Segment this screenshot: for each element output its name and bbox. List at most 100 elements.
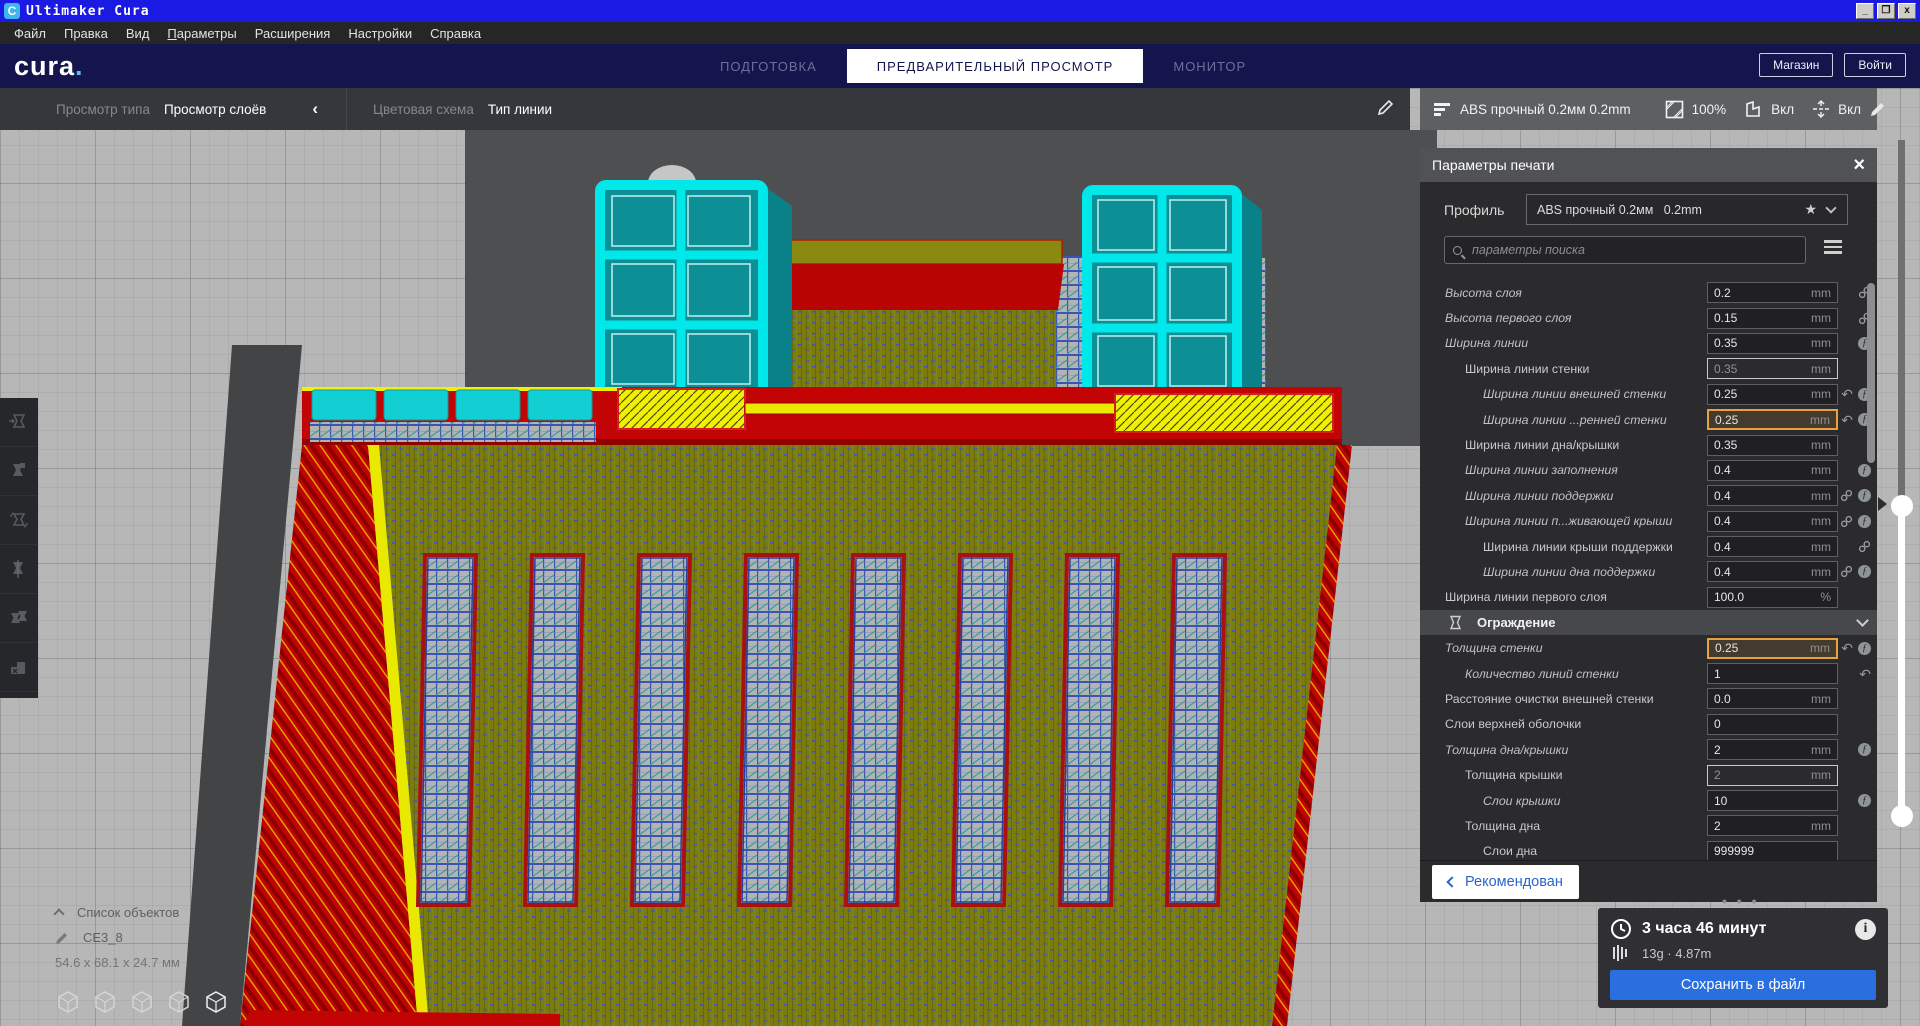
material-spool-icon: [1612, 944, 1630, 962]
setting-label: Количество линий стенки: [1465, 667, 1619, 681]
header-button-Войти[interactable]: Войти: [1844, 53, 1906, 77]
settings-search-input[interactable]: параметры поиска: [1444, 236, 1806, 264]
setting-value-input[interactable]: 2mm: [1707, 765, 1838, 786]
setting-value-input[interactable]: 0.25mm: [1707, 638, 1838, 659]
calculated-value-icon[interactable]: ƒ: [1858, 642, 1871, 655]
setting-label: Расстояние очистки внешней стенки: [1445, 692, 1654, 706]
settings-section-header[interactable]: Ограждение: [1420, 610, 1877, 635]
setting-value-input[interactable]: 100.0%: [1707, 587, 1838, 608]
object-list-toggle[interactable]: Список объектов: [55, 905, 180, 920]
collapse-chevron[interactable]: ‹: [312, 99, 318, 119]
setting-value-input[interactable]: 1: [1707, 663, 1838, 684]
setting-row: Ширина линии п...живающей крышиƒ0.4mm: [1420, 509, 1877, 534]
star-icon[interactable]: ★: [1804, 201, 1817, 218]
panel-expand-arrow[interactable]: [1878, 497, 1887, 511]
setting-value-input[interactable]: 0.2mm: [1707, 282, 1838, 303]
tool-mirror-button[interactable]: [0, 545, 38, 594]
layer-slider-track[interactable]: [1898, 140, 1905, 505]
print-settings-summary-bar[interactable]: ABS прочный 0.2мм 0.2mm 100% Вкл Вкл: [1420, 88, 1877, 130]
tool-scale-button[interactable]: [0, 447, 38, 496]
revert-icon[interactable]: ↶: [1841, 414, 1853, 426]
tool-rotate-button[interactable]: [0, 496, 38, 545]
settings-menu-icon[interactable]: [1824, 240, 1842, 257]
tool-move-button[interactable]: [0, 398, 38, 447]
menu-item-Расширения[interactable]: Расширения: [247, 24, 339, 43]
menu-item-Параметры[interactable]: Параметры: [159, 24, 244, 43]
color-scheme-value[interactable]: Тип линии: [488, 102, 552, 117]
layer-slider-handle-top[interactable]: [1891, 495, 1913, 517]
setting-label: Ширина линии стенки: [1465, 362, 1589, 376]
settings-panel-header[interactable]: Параметры печати ×: [1420, 148, 1877, 182]
setting-value-input[interactable]: 2mm: [1707, 815, 1838, 836]
menu-item-Справка[interactable]: Справка: [422, 24, 489, 43]
window-minimize-button[interactable]: _: [1856, 3, 1874, 19]
stage-tab[interactable]: ПРЕДВАРИТЕЛЬНЫЙ ПРОСМОТР: [847, 49, 1144, 83]
menu-item-Файл[interactable]: Файл: [6, 24, 54, 43]
calculated-value-icon[interactable]: ƒ: [1858, 794, 1871, 807]
link-icon: [1840, 565, 1853, 578]
setting-value-input[interactable]: 0.25mm: [1707, 384, 1838, 405]
settings-scrollbar[interactable]: [1867, 283, 1875, 463]
setting-value-input[interactable]: 0.15mm: [1707, 308, 1838, 329]
tool-per-model-settings-button[interactable]: [0, 594, 38, 643]
revert-icon[interactable]: ↶: [1841, 388, 1853, 400]
setting-value-input[interactable]: 0.4mm: [1707, 511, 1838, 532]
window-close-button[interactable]: x: [1898, 3, 1916, 19]
revert-icon[interactable]: ↶: [1841, 642, 1853, 654]
link-icon: [1840, 489, 1853, 502]
save-to-file-button[interactable]: Сохранить в файл: [1610, 970, 1876, 1000]
setting-value-input[interactable]: 0: [1707, 714, 1838, 735]
calculated-value-icon[interactable]: ƒ: [1858, 464, 1871, 477]
info-icon[interactable]: i: [1855, 919, 1876, 940]
layer-slider-handle-bottom[interactable]: [1891, 805, 1913, 827]
setting-label: Ширина линии заполнения: [1465, 463, 1618, 477]
profile-dropdown[interactable]: ABS прочный 0.2мм 0.2mm ★: [1526, 194, 1848, 225]
setting-value-input[interactable]: 0.4mm: [1707, 485, 1838, 506]
header-button-Магазин[interactable]: Магазин: [1759, 53, 1833, 77]
camera-view-top-button[interactable]: [130, 990, 154, 1019]
setting-value-input[interactable]: 0.35mm: [1707, 358, 1838, 379]
object-list-item[interactable]: CE3_8: [55, 930, 180, 945]
setting-value-input[interactable]: 0.35mm: [1707, 435, 1838, 456]
revert-icon[interactable]: ↶: [1859, 668, 1871, 680]
setting-label: Толщина дна/крышки: [1445, 743, 1568, 757]
camera-view-3d-button[interactable]: [56, 990, 80, 1019]
setting-value-input[interactable]: 10: [1707, 790, 1838, 811]
setting-value-input[interactable]: 0.4mm: [1707, 561, 1838, 582]
calculated-value-icon[interactable]: ƒ: [1858, 489, 1871, 502]
camera-view-front-button[interactable]: [93, 990, 117, 1019]
recommended-mode-button[interactable]: Рекомендован: [1432, 865, 1579, 899]
adhesion-value: Вкл: [1838, 102, 1861, 117]
setting-value-input[interactable]: 2mm: [1707, 739, 1838, 760]
calculated-value-icon[interactable]: ƒ: [1858, 743, 1871, 756]
setting-value-input[interactable]: 0.4mm: [1707, 460, 1838, 481]
camera-view-right-button[interactable]: [204, 990, 228, 1019]
tool-support-blocker-icon: [7, 656, 31, 678]
setting-value-input[interactable]: 0.25mm: [1707, 409, 1838, 430]
menu-item-Настройки[interactable]: Настройки: [340, 24, 420, 43]
setting-label: Ширина линии крыши поддержки: [1483, 540, 1673, 554]
tool-support-blocker-button[interactable]: [0, 643, 38, 692]
setting-value-input[interactable]: 0.35mm: [1707, 333, 1838, 354]
setting-value-input[interactable]: 0.0mm: [1707, 688, 1838, 709]
setting-value-input[interactable]: 0.4mm: [1707, 536, 1838, 557]
panel-drag-handle[interactable]: • • •: [1722, 893, 1759, 909]
setting-value-input[interactable]: 999999: [1707, 841, 1838, 860]
config-edit-pencil-icon[interactable]: [1869, 101, 1886, 118]
stage-tab[interactable]: МОНИТОР: [1143, 49, 1276, 83]
window-maximize-button[interactable]: ❐: [1877, 3, 1895, 19]
calculated-value-icon[interactable]: ƒ: [1858, 565, 1871, 578]
calculated-value-icon[interactable]: ƒ: [1858, 515, 1871, 528]
edit-pencil-icon[interactable]: [1377, 99, 1394, 119]
menu-item-Правка[interactable]: Правка: [56, 24, 116, 43]
stage-tab[interactable]: ПОДГОТОВКА: [690, 49, 847, 83]
view-type-value[interactable]: Просмотр слоёв: [164, 102, 266, 117]
camera-view-left-button[interactable]: [167, 990, 191, 1019]
layers-icon: [1432, 100, 1452, 118]
setting-row: Толщина дна/крышки ƒ 2mm: [1420, 737, 1877, 762]
close-icon[interactable]: ×: [1853, 156, 1865, 174]
menu-item-Вид[interactable]: Вид: [118, 24, 158, 43]
setting-label: Ширина линии внешней стенки: [1483, 387, 1666, 401]
layer-slider-range[interactable]: [1898, 505, 1905, 815]
setting-label: Ширина линии: [1445, 336, 1528, 350]
